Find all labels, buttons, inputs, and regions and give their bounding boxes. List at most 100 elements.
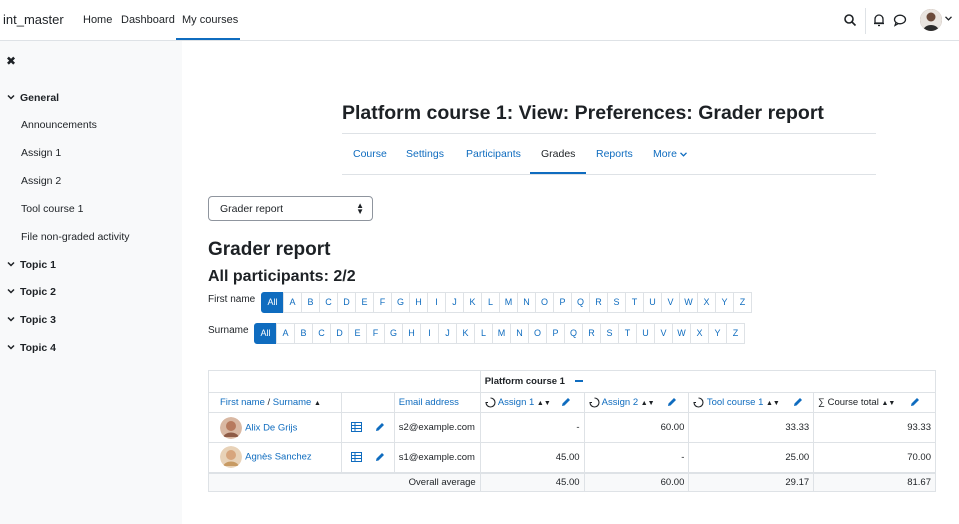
nav-my-courses[interactable]: My courses xyxy=(182,14,238,26)
surname-initial-all[interactable]: All xyxy=(254,323,277,344)
drawer-section-topic-4[interactable]: Topic 4 xyxy=(7,342,56,354)
first-name-initial-t[interactable]: T xyxy=(625,292,644,313)
first-name-initial-o[interactable]: O xyxy=(535,292,554,313)
tab-grades[interactable]: Grades xyxy=(541,148,575,160)
first-name-initial-v[interactable]: V xyxy=(661,292,680,313)
drawer-section-topic-2[interactable]: Topic 2 xyxy=(7,286,56,298)
surname-initial-w[interactable]: W xyxy=(672,323,691,344)
student-name[interactable]: Alix De Grijs xyxy=(245,422,297,433)
surname-initial-z[interactable]: Z xyxy=(726,323,745,344)
first-name-initial-p[interactable]: P xyxy=(553,292,572,313)
first-name-initial-z[interactable]: Z xyxy=(733,292,752,313)
edit-pencil-icon[interactable] xyxy=(793,397,803,407)
single-view-table-icon[interactable] xyxy=(350,452,362,463)
surname-initial-x[interactable]: X xyxy=(690,323,709,344)
drawer-item-announcements[interactable]: Announcements xyxy=(21,119,97,131)
surname-initial-u[interactable]: U xyxy=(636,323,655,344)
first-name-initial-all[interactable]: All xyxy=(261,292,284,313)
surname-initial-n[interactable]: N xyxy=(510,323,529,344)
surname-initial-a[interactable]: A xyxy=(276,323,295,344)
first-name-initial-g[interactable]: G xyxy=(391,292,410,313)
surname-initial-k[interactable]: K xyxy=(456,323,475,344)
grade-cell[interactable]: - xyxy=(479,412,585,443)
surname-initial-i[interactable]: I xyxy=(420,323,439,344)
first-name-initial-r[interactable]: R xyxy=(589,292,608,313)
search-icon[interactable] xyxy=(843,13,857,27)
tab-settings[interactable]: Settings xyxy=(406,148,444,160)
drawer-section-topic-1[interactable]: Topic 1 xyxy=(7,259,56,271)
first-name-initial-x[interactable]: X xyxy=(697,292,716,313)
nav-dashboard[interactable]: Dashboard xyxy=(121,14,175,26)
report-selector[interactable]: Grader report ▲ ▼ xyxy=(208,196,373,221)
surname-initial-p[interactable]: P xyxy=(546,323,565,344)
tab-participants[interactable]: Participants xyxy=(466,148,521,160)
tab-more[interactable]: More xyxy=(653,148,687,160)
edit-pencil-icon[interactable] xyxy=(561,397,571,407)
edit-pencil-icon[interactable] xyxy=(667,397,677,407)
first-name-initial-i[interactable]: I xyxy=(427,292,446,313)
sort-icon[interactable]: ▲▼ xyxy=(766,400,780,407)
surname-initial-l[interactable]: L xyxy=(474,323,493,344)
student-name[interactable]: Agnès Sanchez xyxy=(245,452,312,463)
sort-first-name[interactable]: First name xyxy=(220,397,265,408)
edit-pencil-icon[interactable] xyxy=(910,397,920,407)
close-drawer-icon[interactable]: ✖ xyxy=(6,54,16,68)
edit-pencil-icon[interactable] xyxy=(375,452,385,462)
drawer-item-tool-course-1[interactable]: Tool course 1 xyxy=(21,203,83,215)
user-avatar-icon[interactable] xyxy=(220,446,242,469)
sort-surname[interactable]: Surname xyxy=(273,397,312,408)
single-view-table-icon[interactable] xyxy=(350,422,362,433)
sort-icon[interactable]: ▲▼ xyxy=(537,400,551,407)
surname-initial-o[interactable]: O xyxy=(528,323,547,344)
surname-initial-d[interactable]: D xyxy=(330,323,349,344)
first-name-initial-u[interactable]: U xyxy=(643,292,662,313)
drawer-item-assign-2[interactable]: Assign 2 xyxy=(21,175,61,187)
drawer-section-topic-3[interactable]: Topic 3 xyxy=(7,314,56,326)
first-name-initial-s[interactable]: S xyxy=(607,292,626,313)
user-menu-chevron-down-icon[interactable] xyxy=(945,16,952,21)
email-header[interactable]: Email address xyxy=(393,392,481,413)
surname-initial-h[interactable]: H xyxy=(402,323,421,344)
surname-initial-r[interactable]: R xyxy=(582,323,601,344)
surname-initial-t[interactable]: T xyxy=(618,323,637,344)
first-name-initial-m[interactable]: M xyxy=(499,292,518,313)
surname-initial-m[interactable]: M xyxy=(492,323,511,344)
grade-cell[interactable]: 60.00 xyxy=(583,412,690,443)
surname-initial-v[interactable]: V xyxy=(654,323,673,344)
drawer-section-general[interactable]: General xyxy=(7,92,59,104)
first-name-initial-j[interactable]: J xyxy=(445,292,464,313)
edit-pencil-icon[interactable] xyxy=(375,422,385,432)
first-name-initial-h[interactable]: H xyxy=(409,292,428,313)
sort-icon[interactable]: ▲▼ xyxy=(641,400,655,407)
grade-cell[interactable]: 25.00 xyxy=(688,442,815,473)
grade-cell[interactable]: - xyxy=(583,442,690,473)
first-name-initial-e[interactable]: E xyxy=(355,292,374,313)
first-name-initial-n[interactable]: N xyxy=(517,292,536,313)
first-name-initial-l[interactable]: L xyxy=(481,292,500,313)
first-name-initial-y[interactable]: Y xyxy=(715,292,734,313)
first-name-initial-w[interactable]: W xyxy=(679,292,698,313)
tab-reports[interactable]: Reports xyxy=(596,148,633,160)
first-name-initial-d[interactable]: D xyxy=(337,292,356,313)
first-name-initial-a[interactable]: A xyxy=(283,292,302,313)
messages-icon[interactable] xyxy=(893,13,907,27)
surname-initial-q[interactable]: Q xyxy=(564,323,583,344)
drawer-item-file-non-graded[interactable]: File non-graded activity xyxy=(21,231,130,243)
first-name-initial-f[interactable]: F xyxy=(373,292,392,313)
surname-initial-y[interactable]: Y xyxy=(708,323,727,344)
surname-initial-c[interactable]: C xyxy=(312,323,331,344)
surname-initial-f[interactable]: F xyxy=(366,323,385,344)
surname-initial-g[interactable]: G xyxy=(384,323,403,344)
nav-home[interactable]: Home xyxy=(83,14,112,26)
collapse-category-icon[interactable] xyxy=(574,380,583,383)
drawer-item-assign-1[interactable]: Assign 1 xyxy=(21,147,61,159)
tab-course[interactable]: Course xyxy=(353,148,387,160)
first-name-initial-q[interactable]: Q xyxy=(571,292,590,313)
surname-initial-s[interactable]: S xyxy=(600,323,619,344)
first-name-initial-k[interactable]: K xyxy=(463,292,482,313)
first-name-initial-c[interactable]: C xyxy=(319,292,338,313)
grade-cell[interactable]: 33.33 xyxy=(688,412,815,443)
surname-initial-j[interactable]: J xyxy=(438,323,457,344)
bell-icon[interactable] xyxy=(872,13,886,27)
user-avatar-icon[interactable] xyxy=(220,416,242,439)
